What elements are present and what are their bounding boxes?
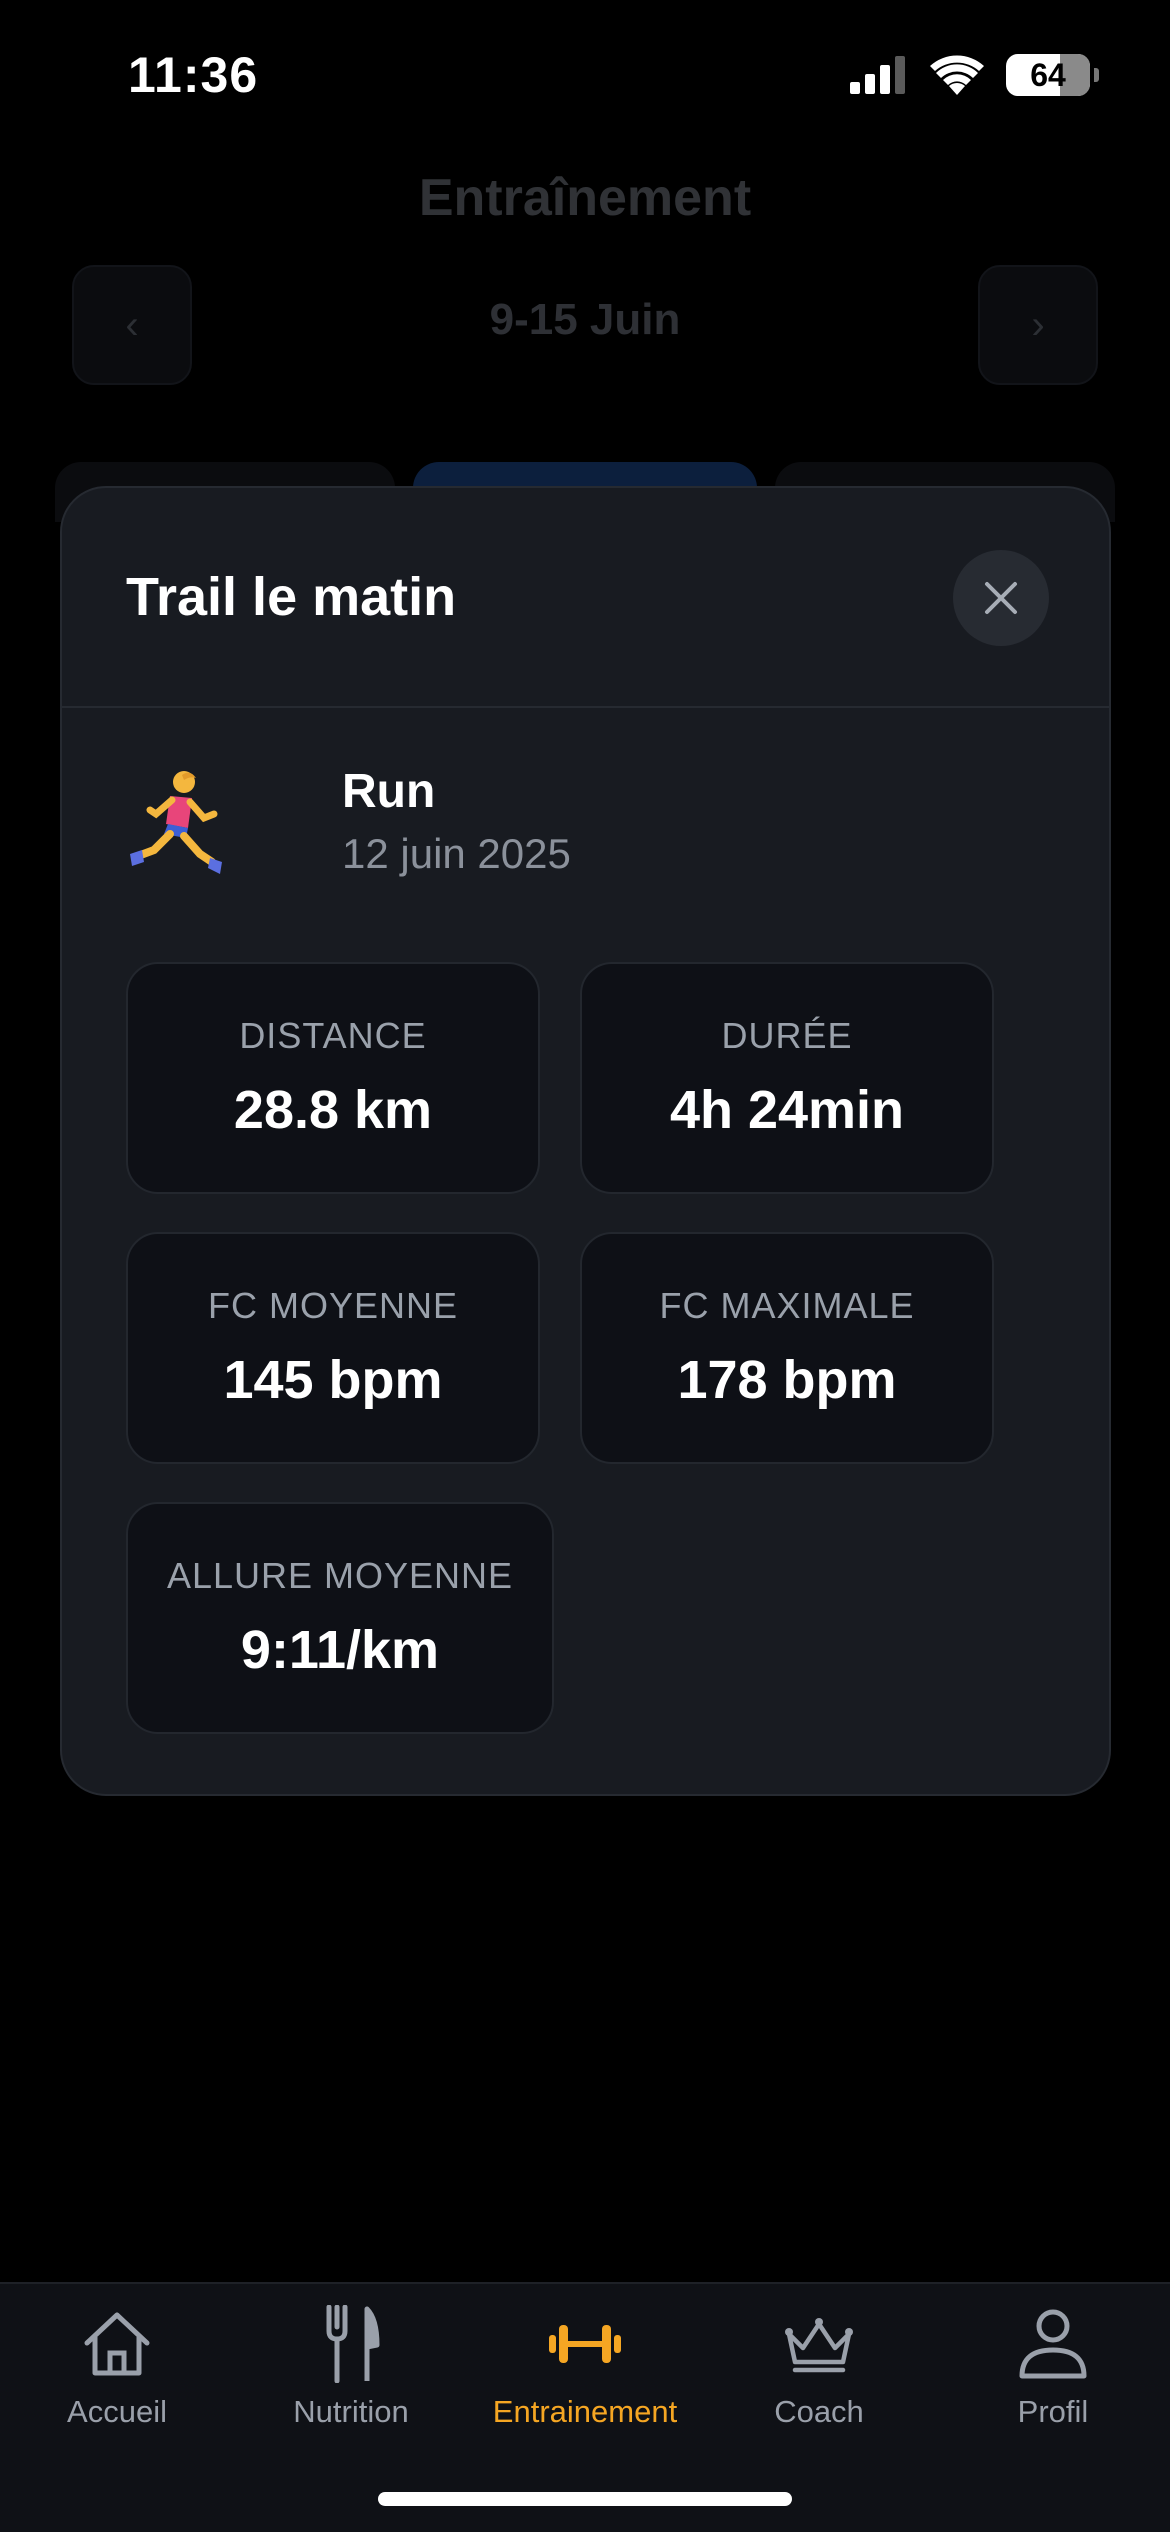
stat-card-avg-pace: ALLURE MOYENNE 9:11/km [126, 1502, 554, 1734]
tab-accueil[interactable]: Accueil [0, 2304, 234, 2444]
activity-summary: Run 12 juin 2025 [126, 764, 1026, 894]
stat-value: 178 bpm [677, 1350, 897, 1410]
crown-icon [779, 2304, 859, 2384]
stat-card-max-heart-rate: FC MAXIMALE 178 bpm [580, 1232, 994, 1464]
home-indicator[interactable] [378, 2492, 792, 2506]
stat-card-distance: DISTANCE 28.8 km [126, 962, 540, 1194]
runner-icon [130, 771, 222, 874]
page-title: Entraînement [418, 169, 752, 227]
modal-title: Trail le matin [126, 567, 457, 627]
activity-type: Run [342, 765, 436, 818]
tab-nutrition[interactable]: Nutrition [234, 2304, 468, 2444]
tab-label: Profil [1017, 2394, 1089, 2429]
stat-value: 4h 24min [669, 1080, 905, 1140]
stat-card-duration: DURÉE 4h 24min [580, 962, 994, 1194]
close-icon [985, 582, 1017, 614]
next-week-button[interactable]: › [978, 265, 1098, 385]
stat-label: ALLURE MOYENNE [166, 1555, 514, 1596]
modal-header: Trail le matin [62, 488, 1109, 708]
stat-label: FC MAXIMALE [659, 1285, 915, 1326]
tab-profil[interactable]: Profil [936, 2304, 1170, 2444]
dumbbell-icon [545, 2304, 625, 2384]
tab-label: Coach [774, 2394, 864, 2429]
fork-knife-icon [311, 2304, 391, 2384]
home-icon [77, 2304, 157, 2384]
stat-label: FC MOYENNE [207, 1285, 458, 1326]
stat-label: DURÉE [721, 1015, 853, 1056]
close-button[interactable] [953, 550, 1049, 646]
stat-value: 145 bpm [223, 1350, 443, 1410]
stat-value: 28.8 km [233, 1080, 433, 1140]
tab-coach[interactable]: Coach [702, 2304, 936, 2444]
stat-card-avg-heart-rate: FC MOYENNE 145 bpm [126, 1232, 540, 1464]
person-icon [1013, 2304, 1093, 2384]
tab-label: Nutrition [293, 2394, 409, 2429]
stat-label: DISTANCE [239, 1015, 427, 1056]
activity-detail-modal: Trail le matin Run 12 juin 2025 DISTANCE… [60, 486, 1111, 1796]
tab-entrainement[interactable]: Entrainement [468, 2304, 702, 2444]
tab-label: Entrainement [492, 2394, 678, 2429]
stat-value: 9:11/km [240, 1620, 440, 1680]
activity-date: 12 juin 2025 [342, 830, 571, 877]
screen: 11:36 64 Entraînement ‹ 9-15 Juin › Trai… [0, 0, 1170, 2532]
week-label: 9-15 Juin [489, 295, 681, 344]
tab-label: Accueil [67, 2394, 167, 2429]
week-navigator: ‹ 9-15 Juin › [72, 265, 1098, 387]
